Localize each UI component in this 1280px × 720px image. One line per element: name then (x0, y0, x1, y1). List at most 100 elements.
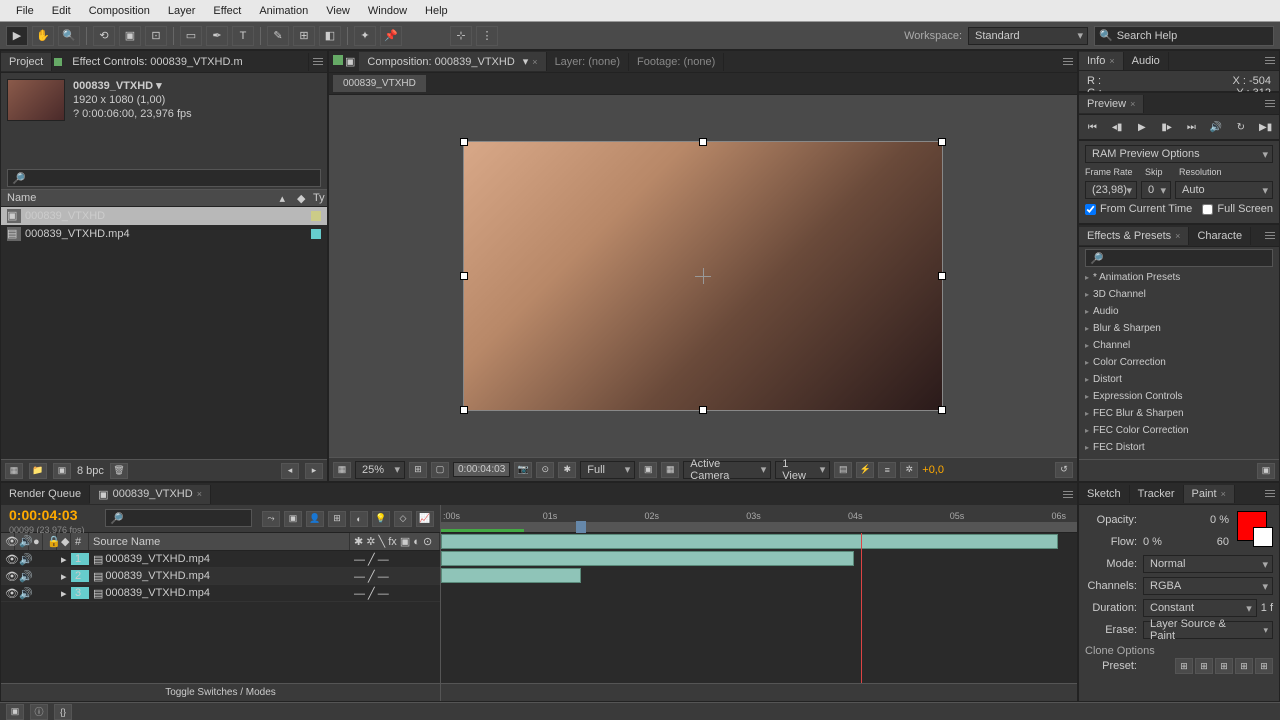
brackets-button[interactable]: {} (54, 704, 72, 720)
effect-category[interactable]: Expression Controls (1079, 388, 1279, 405)
effect-controls-tab[interactable]: Effect Controls: 000839_VTXHD.m (64, 53, 309, 71)
menu-window[interactable]: Window (360, 3, 415, 19)
snap-toggle[interactable]: ⊹ (450, 26, 472, 46)
next-frame-button[interactable]: ▮▸ (1157, 119, 1176, 135)
panel-menu-icon[interactable] (1261, 487, 1279, 501)
camera-dropdown[interactable]: Active Camera (683, 461, 771, 479)
mute-button[interactable]: 🔊 (1207, 119, 1226, 135)
panel-menu-icon[interactable] (1261, 54, 1279, 68)
current-time[interactable]: 0:00:04:03 (453, 462, 510, 477)
info-tab[interactable]: Info× (1079, 52, 1124, 70)
effect-category[interactable]: FEC Color Correction (1079, 422, 1279, 439)
new-bin-button[interactable]: ▣ (1257, 463, 1275, 479)
reset-exposure-button[interactable]: ↺ (1055, 462, 1073, 478)
menu-effect[interactable]: Effect (205, 3, 249, 19)
effect-category[interactable]: Audio (1079, 303, 1279, 320)
search-help-input[interactable]: 🔍 Search Help (1094, 26, 1274, 46)
preset-5[interactable]: ⊞ (1255, 658, 1273, 674)
clone-tool[interactable]: ⊞ (293, 26, 315, 46)
zoom-tool[interactable]: 🔍 (58, 26, 80, 46)
selection-tool[interactable]: ▶ (6, 26, 28, 46)
panel-menu-icon[interactable] (1059, 55, 1077, 69)
handle-mid-right[interactable] (938, 272, 946, 280)
layer-row-3[interactable]: 👁🔊 ▸3 ▤ 000839_VTXHD.mp4 — ╱ — (1, 585, 440, 602)
timeline-button[interactable]: ≡ (878, 462, 896, 478)
brainstorm-button[interactable]: 💡 (372, 511, 390, 527)
layer-row-2[interactable]: 👁🔊 ▸2 ▤ 000839_VTXHD.mp4 — ╱ — (1, 568, 440, 585)
rotation-tool[interactable]: ⟲ (93, 26, 115, 46)
label-column[interactable]: ◆ (291, 192, 307, 205)
composition-preview[interactable] (463, 141, 943, 411)
effect-category[interactable]: 3D Channel (1079, 286, 1279, 303)
from-current-checkbox[interactable]: From Current Time (1085, 203, 1192, 215)
scroll-left[interactable]: ◂ (281, 463, 299, 479)
timeline-search[interactable]: 🔎 (105, 509, 252, 527)
menu-edit[interactable]: Edit (44, 3, 79, 19)
panel-menu-icon[interactable] (309, 55, 327, 69)
roto-tool[interactable]: ✦ (354, 26, 376, 46)
layer-bar-1[interactable] (441, 534, 1058, 549)
handle-top-left[interactable] (460, 138, 468, 146)
effects-search[interactable]: 🔎 (1085, 249, 1273, 267)
snapshot-button[interactable]: 📷 (514, 462, 532, 478)
composition-viewer[interactable] (329, 95, 1077, 457)
pixel-aspect-button[interactable]: ▤ (834, 462, 852, 478)
scroll-right[interactable]: ▸ (305, 463, 323, 479)
prev-frame-button[interactable]: ◂▮ (1108, 119, 1127, 135)
info-button[interactable]: ⓘ (30, 704, 48, 720)
project-item-footage[interactable]: ▤ 000839_VTXHD.mp4 (1, 225, 327, 243)
handle-bot-left[interactable] (460, 406, 468, 414)
preset-1[interactable]: ⊞ (1175, 658, 1193, 674)
toggle-switches-modes[interactable]: Toggle Switches / Modes (1, 683, 440, 701)
preview-tab[interactable]: Preview× (1079, 95, 1144, 113)
delete-button[interactable]: 🗑 (110, 463, 128, 479)
handle-top-right[interactable] (938, 138, 946, 146)
hand-tool[interactable]: ✋ (32, 26, 54, 46)
color-mgmt-button[interactable]: ✱ (558, 462, 576, 478)
draft-3d-button[interactable]: ▣ (284, 511, 302, 527)
asset-thumbnail[interactable] (7, 79, 65, 121)
zoom-dropdown[interactable]: 25% (355, 461, 405, 479)
effects-presets-tab[interactable]: Effects & Presets× (1079, 227, 1189, 245)
camera-tool[interactable]: ▣ (119, 26, 141, 46)
effect-category[interactable]: * Animation Presets (1079, 269, 1279, 286)
auto-keyframe-button[interactable]: ◇ (394, 511, 412, 527)
new-comp-button[interactable]: ▣ (53, 463, 71, 479)
type-column[interactable]: Ty (307, 192, 327, 204)
handle-top-mid[interactable] (699, 138, 707, 146)
menu-file[interactable]: File (8, 3, 42, 19)
always-preview-button[interactable]: ▦ (333, 462, 351, 478)
background-color[interactable] (1253, 527, 1273, 547)
timeline-track-area[interactable] (441, 533, 1077, 683)
expand-button[interactable]: ▣ (6, 704, 24, 720)
grid-button[interactable]: ⊞ (409, 462, 427, 478)
motion-blur-button[interactable]: ◐ (350, 511, 368, 527)
erase-dropdown[interactable]: Layer Source & Paint (1143, 621, 1273, 639)
footage-tab[interactable]: Footage: (none) (629, 53, 724, 71)
current-time-indicator[interactable] (861, 533, 862, 683)
workspace-dropdown[interactable]: Standard (968, 27, 1088, 45)
work-area-start[interactable] (576, 521, 586, 533)
brush-tool[interactable]: ✎ (267, 26, 289, 46)
mask-button[interactable]: ▢ (431, 462, 449, 478)
skip-dropdown[interactable]: 0 (1141, 181, 1171, 199)
snap-opts[interactable]: ⋮ (476, 26, 498, 46)
effect-category[interactable]: Color Correction (1079, 354, 1279, 371)
text-tool[interactable]: T (232, 26, 254, 46)
res-dropdown[interactable]: Auto (1175, 181, 1273, 199)
channels-dropdown[interactable]: RGBA (1143, 577, 1273, 595)
first-frame-button[interactable]: ⏮ (1083, 119, 1102, 135)
loop-button[interactable]: ↻ (1232, 119, 1251, 135)
audio-tab[interactable]: Audio (1124, 52, 1169, 70)
name-column[interactable]: Name ▴ (1, 192, 291, 205)
composition-tab[interactable]: Composition: 000839_VTXHD ▾× (359, 52, 546, 71)
menu-animation[interactable]: Animation (251, 3, 316, 19)
time-ruler[interactable]: :00s 01s 02s 03s 04s 05s 06s (441, 505, 1077, 533)
layer-row-1[interactable]: 👁🔊 ▸1 ▤ 000839_VTXHD.mp4 — ╱ — (1, 551, 440, 568)
handle-bot-right[interactable] (938, 406, 946, 414)
fast-previews-button[interactable]: ⚡ (856, 462, 874, 478)
effect-category[interactable]: Blur & Sharpen (1079, 320, 1279, 337)
ram-options-dropdown[interactable]: RAM Preview Options (1085, 145, 1273, 163)
pan-behind-tool[interactable]: ⊡ (145, 26, 167, 46)
sketch-tab[interactable]: Sketch (1079, 485, 1130, 503)
